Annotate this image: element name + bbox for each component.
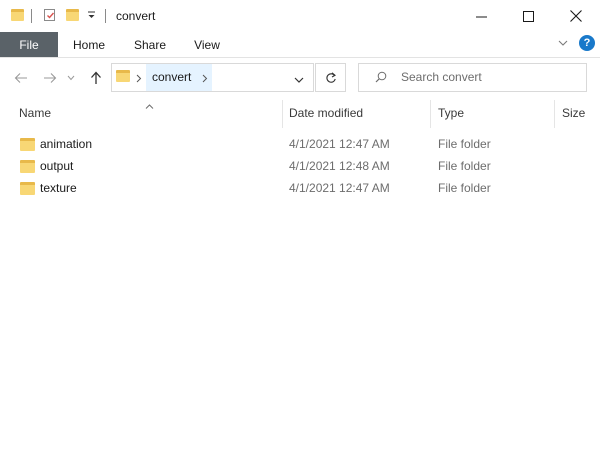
column-divider[interactable] bbox=[430, 100, 431, 128]
chevron-right-icon[interactable] bbox=[136, 72, 142, 86]
list-item[interactable]: output 4/1/2021 12:48 AM File folder bbox=[0, 156, 600, 176]
folder-icon bbox=[116, 70, 130, 82]
help-icon[interactable]: ? bbox=[579, 35, 595, 51]
file-name: animation bbox=[40, 137, 93, 151]
file-type: File folder bbox=[438, 137, 491, 151]
refresh-button[interactable] bbox=[315, 63, 346, 92]
column-header-size[interactable]: Size bbox=[562, 106, 585, 122]
folder-icon bbox=[11, 9, 24, 21]
separator bbox=[31, 9, 32, 23]
file-date: 4/1/2021 12:47 AM bbox=[289, 137, 390, 151]
column-divider[interactable] bbox=[554, 100, 555, 128]
search-icon bbox=[375, 71, 387, 86]
new-folder-icon[interactable] bbox=[66, 9, 79, 21]
folder-icon bbox=[20, 138, 35, 151]
forward-icon[interactable] bbox=[40, 68, 60, 88]
maximize-button[interactable] bbox=[505, 0, 552, 32]
file-type: File folder bbox=[438, 159, 491, 173]
tab-share[interactable]: Share bbox=[128, 32, 172, 57]
close-icon bbox=[569, 10, 582, 22]
properties-icon[interactable] bbox=[44, 9, 55, 21]
window-title: convert bbox=[116, 9, 156, 23]
back-icon[interactable] bbox=[11, 68, 31, 88]
folder-icon bbox=[20, 160, 35, 173]
tab-view[interactable]: View bbox=[187, 32, 227, 57]
file-type: File folder bbox=[438, 181, 491, 195]
file-date: 4/1/2021 12:47 AM bbox=[289, 181, 390, 195]
list-item[interactable]: animation 4/1/2021 12:47 AM File folder bbox=[0, 134, 600, 154]
separator bbox=[105, 9, 106, 23]
close-button[interactable] bbox=[552, 0, 599, 32]
dropdown-icon[interactable] bbox=[87, 10, 96, 23]
tab-file[interactable]: File bbox=[0, 32, 58, 57]
maximize-icon bbox=[523, 10, 534, 22]
minimize-button[interactable] bbox=[458, 0, 505, 32]
list-item[interactable]: texture 4/1/2021 12:47 AM File folder bbox=[0, 178, 600, 198]
tab-home[interactable]: Home bbox=[66, 32, 112, 57]
chevron-down-icon[interactable] bbox=[558, 37, 568, 51]
column-divider[interactable] bbox=[282, 100, 283, 128]
file-name: texture bbox=[40, 181, 77, 195]
address-dropdown-icon[interactable] bbox=[294, 73, 304, 87]
up-icon[interactable] bbox=[86, 68, 106, 88]
folder-icon bbox=[20, 182, 35, 195]
search-input[interactable]: Search convert bbox=[401, 70, 482, 84]
column-header-name[interactable]: Name bbox=[19, 106, 51, 122]
sort-up-icon bbox=[145, 98, 154, 112]
file-name: output bbox=[40, 159, 74, 173]
chevron-right-icon[interactable] bbox=[202, 72, 208, 86]
breadcrumb-convert[interactable]: convert bbox=[152, 70, 191, 84]
refresh-icon bbox=[325, 71, 336, 83]
file-date: 4/1/2021 12:48 AM bbox=[289, 159, 390, 173]
recent-icon[interactable] bbox=[65, 68, 77, 88]
column-header-type[interactable]: Type bbox=[438, 106, 464, 122]
column-header-date-modified[interactable]: Date modified bbox=[289, 106, 363, 122]
minimize-icon bbox=[476, 16, 487, 17]
